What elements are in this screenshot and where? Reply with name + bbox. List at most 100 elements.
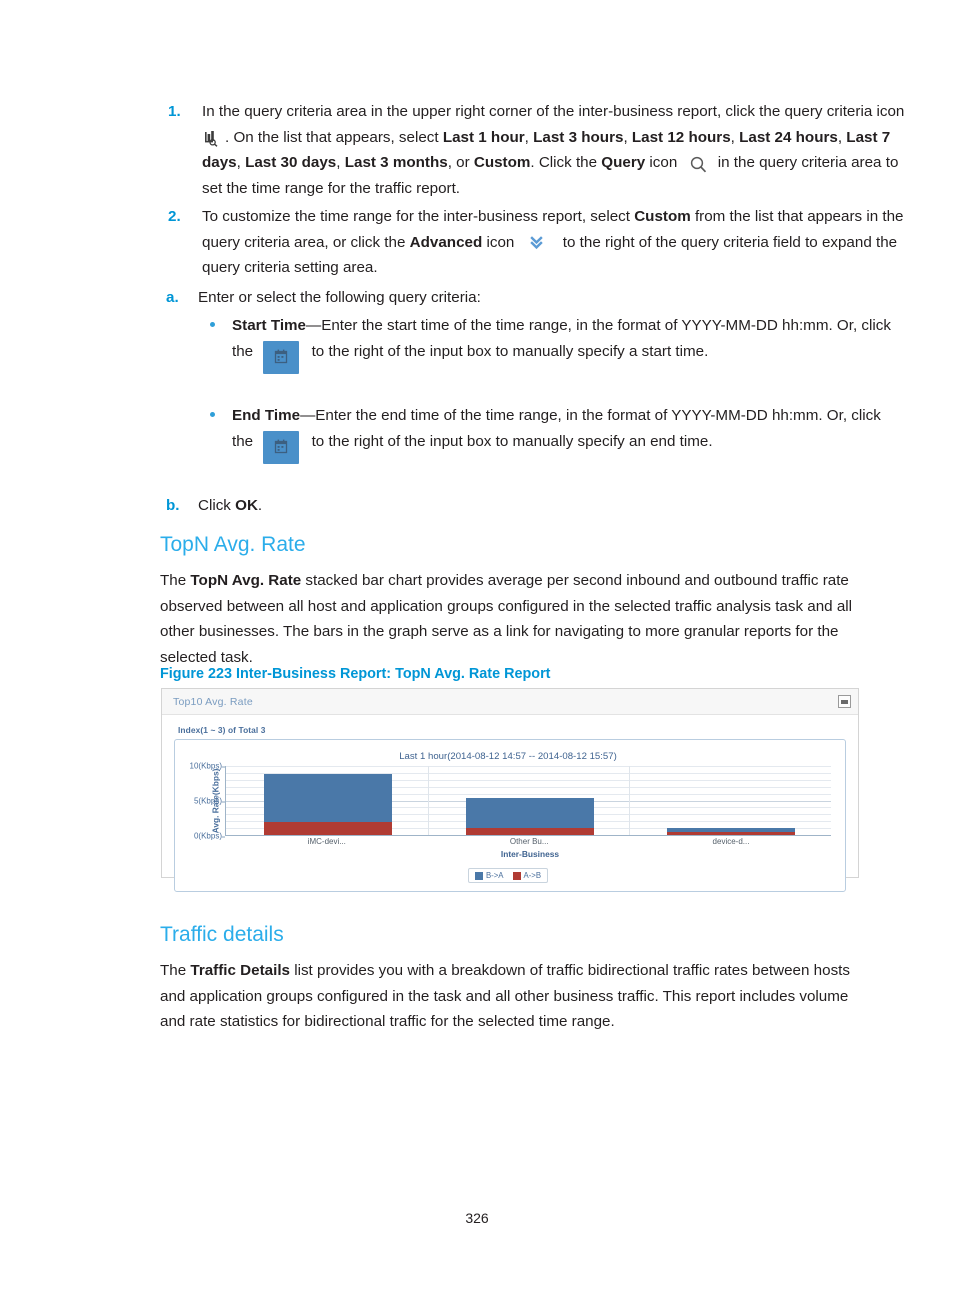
x-axis-tick: device-d... [712,837,750,846]
step-1: 1. In the query criteria area in the upp… [160,99,917,201]
widget-body: Index(1 ~ 3) of Total 3 Last 1 hour(2014… [162,715,858,902]
step-2: 2. To customize the time range for the i… [160,204,917,281]
step-1-number: 1. [168,103,181,120]
substep-a-letter: a. [166,289,179,306]
y-axis-tick: 10(Kbps) [189,761,226,771]
option-last-1-hour: Last 1 hour [442,128,525,146]
option-custom: Custom [634,208,691,225]
page-number: 326 [465,1210,489,1226]
page-title-topn-avg-rate: TopN Avg. Rate [160,533,306,556]
option-custom: Custom [473,154,531,171]
bar-segment-a-to-b[interactable] [263,821,392,835]
advanced-chevron-icon[interactable] [527,234,549,252]
step-2-text: To customize the time range for the inte… [202,208,903,276]
text-fragment: . On the list that appears, select [225,128,443,146]
legend-box: B->A A->B [467,868,549,883]
substep-a-text: Enter or select the following query crit… [198,289,481,306]
substep-b-text: Click OK. [198,497,262,514]
text-fragment: to the right of the input box to manuall… [307,432,713,450]
calendar-icon[interactable] [263,340,300,374]
document-page: 1. In the query criteria area in the upp… [0,0,954,1296]
query-criteria-icon[interactable] [204,130,224,148]
substep-b: b. Click OK. [160,493,898,519]
plot-area: Avg. Rate(Kbps) 10(Kbps) 5(Kbps) 0(Kbps) [190,762,831,841]
step-2-number: 2. [168,208,181,225]
figure-caption-223: Figure 223 Inter-Business Report: TopN A… [160,666,551,682]
bullet-dot-icon [210,412,215,417]
text-fragment: Click [198,497,236,514]
widget-header: Top10 Avg. Rate [162,689,858,715]
category-separator [629,766,631,835]
minimize-icon[interactable] [838,695,851,708]
bar-segment-a-to-b[interactable] [465,828,594,835]
substep-b-letter: b. [166,497,180,514]
category-separator [427,766,429,835]
text-fragment: , [730,128,740,146]
text-fragment: The [160,572,191,589]
option-last-3-months: Last 3 months [344,154,448,171]
ok-label: OK [235,497,258,514]
bullet-start-time-text: Start Time—Enter the start time of the t… [232,317,891,374]
text-fragment: In the query criteria area in the upper … [202,103,905,120]
legend-item-b-to-a[interactable]: B->A [474,871,504,880]
index-label: Index(1 ~ 3) of Total 3 [178,725,266,735]
bar-iMC-devi[interactable] [263,774,392,835]
traffic-details-label: Traffic Details [190,962,290,979]
topn-avg-rate-label: TopN Avg. Rate [190,572,302,589]
bullet-end-time-text: End Time—Enter the end time of the time … [232,407,881,464]
query-label: Query [601,154,646,171]
chart-legend: B->A A->B [181,868,835,883]
text-fragment: . [257,497,263,514]
legend-swatch-red [512,871,521,880]
legend-swatch-blue [474,871,483,880]
x-axis-tick: iMC-devi... [307,837,346,846]
text-fragment: to the right of the input box to manuall… [307,342,709,360]
legend-label: A->B [523,871,542,880]
x-axis-ticks: iMC-devi... Other Bu... device-d... [225,836,831,849]
x-axis-tick: Other Bu... [509,837,549,846]
x-axis-label: Inter-Business [500,849,560,859]
step-1-text: In the query criteria area in the upper … [202,103,904,197]
text-fragment: icon [645,154,682,171]
bullet-dot-icon [210,322,215,327]
legend-label: B->A [485,871,504,880]
option-last-12-hours: Last 12 hours [631,128,731,146]
text-fragment: , [236,154,246,171]
chart-title: Last 1 hour(2014-08-12 14:57 -- 2014-08-… [399,751,617,762]
y-axis-tick: 0(Kbps) [193,831,226,841]
text-fragment: The [160,962,191,979]
bar-segment-a-to-b[interactable] [667,831,796,835]
text-fragment: , [524,128,534,146]
figure-topn-avg-rate-report: Top10 Avg. Rate Index(1 ~ 3) of Total 3 … [161,688,859,892]
text-fragment: , or [447,154,474,171]
text-fragment: , [336,154,345,171]
page-title-traffic-details: Traffic details [160,923,284,946]
option-last-24-hours: Last 24 hours [739,128,838,146]
chart-container: Last 1 hour(2014-08-12 14:57 -- 2014-08-… [174,739,846,892]
bar-segment-b-to-a[interactable] [263,774,392,822]
search-icon[interactable] [688,155,710,175]
paragraph-traffic-details: The Traffic Details list provides you wi… [160,958,874,1035]
text-fragment: To customize the time range for the inte… [202,208,635,225]
paragraph-topn-avg-rate: The TopN Avg. Rate stacked bar chart pro… [160,568,874,670]
widget-title: Top10 Avg. Rate [173,695,253,708]
legend-item-a-to-b[interactable]: A->B [512,871,542,880]
substep-a: a. Enter or select the following query c… [160,285,898,311]
bullet-start-time: Start Time—Enter the start time of the t… [200,313,904,374]
text-fragment: icon [482,233,519,251]
bar-segment-b-to-a[interactable] [465,797,594,829]
gridline [226,766,831,767]
text-fragment: , [623,128,632,146]
bar-Other-Bu[interactable] [465,797,594,835]
option-last-30-days: Last 30 days [245,154,337,171]
option-last-3-hours: Last 3 hours [533,128,624,146]
plot-canvas [225,766,831,836]
bar-device-d[interactable] [667,828,796,835]
advanced-label: Advanced [409,233,483,251]
end-time-label: End Time [232,407,301,424]
bullet-end-time: End Time—Enter the end time of the time … [200,403,904,464]
text-fragment: . Click the [530,154,602,171]
calendar-icon[interactable] [263,430,300,464]
start-time-label: Start Time [232,317,306,334]
y-axis-tick: 5(Kbps) [193,796,226,806]
